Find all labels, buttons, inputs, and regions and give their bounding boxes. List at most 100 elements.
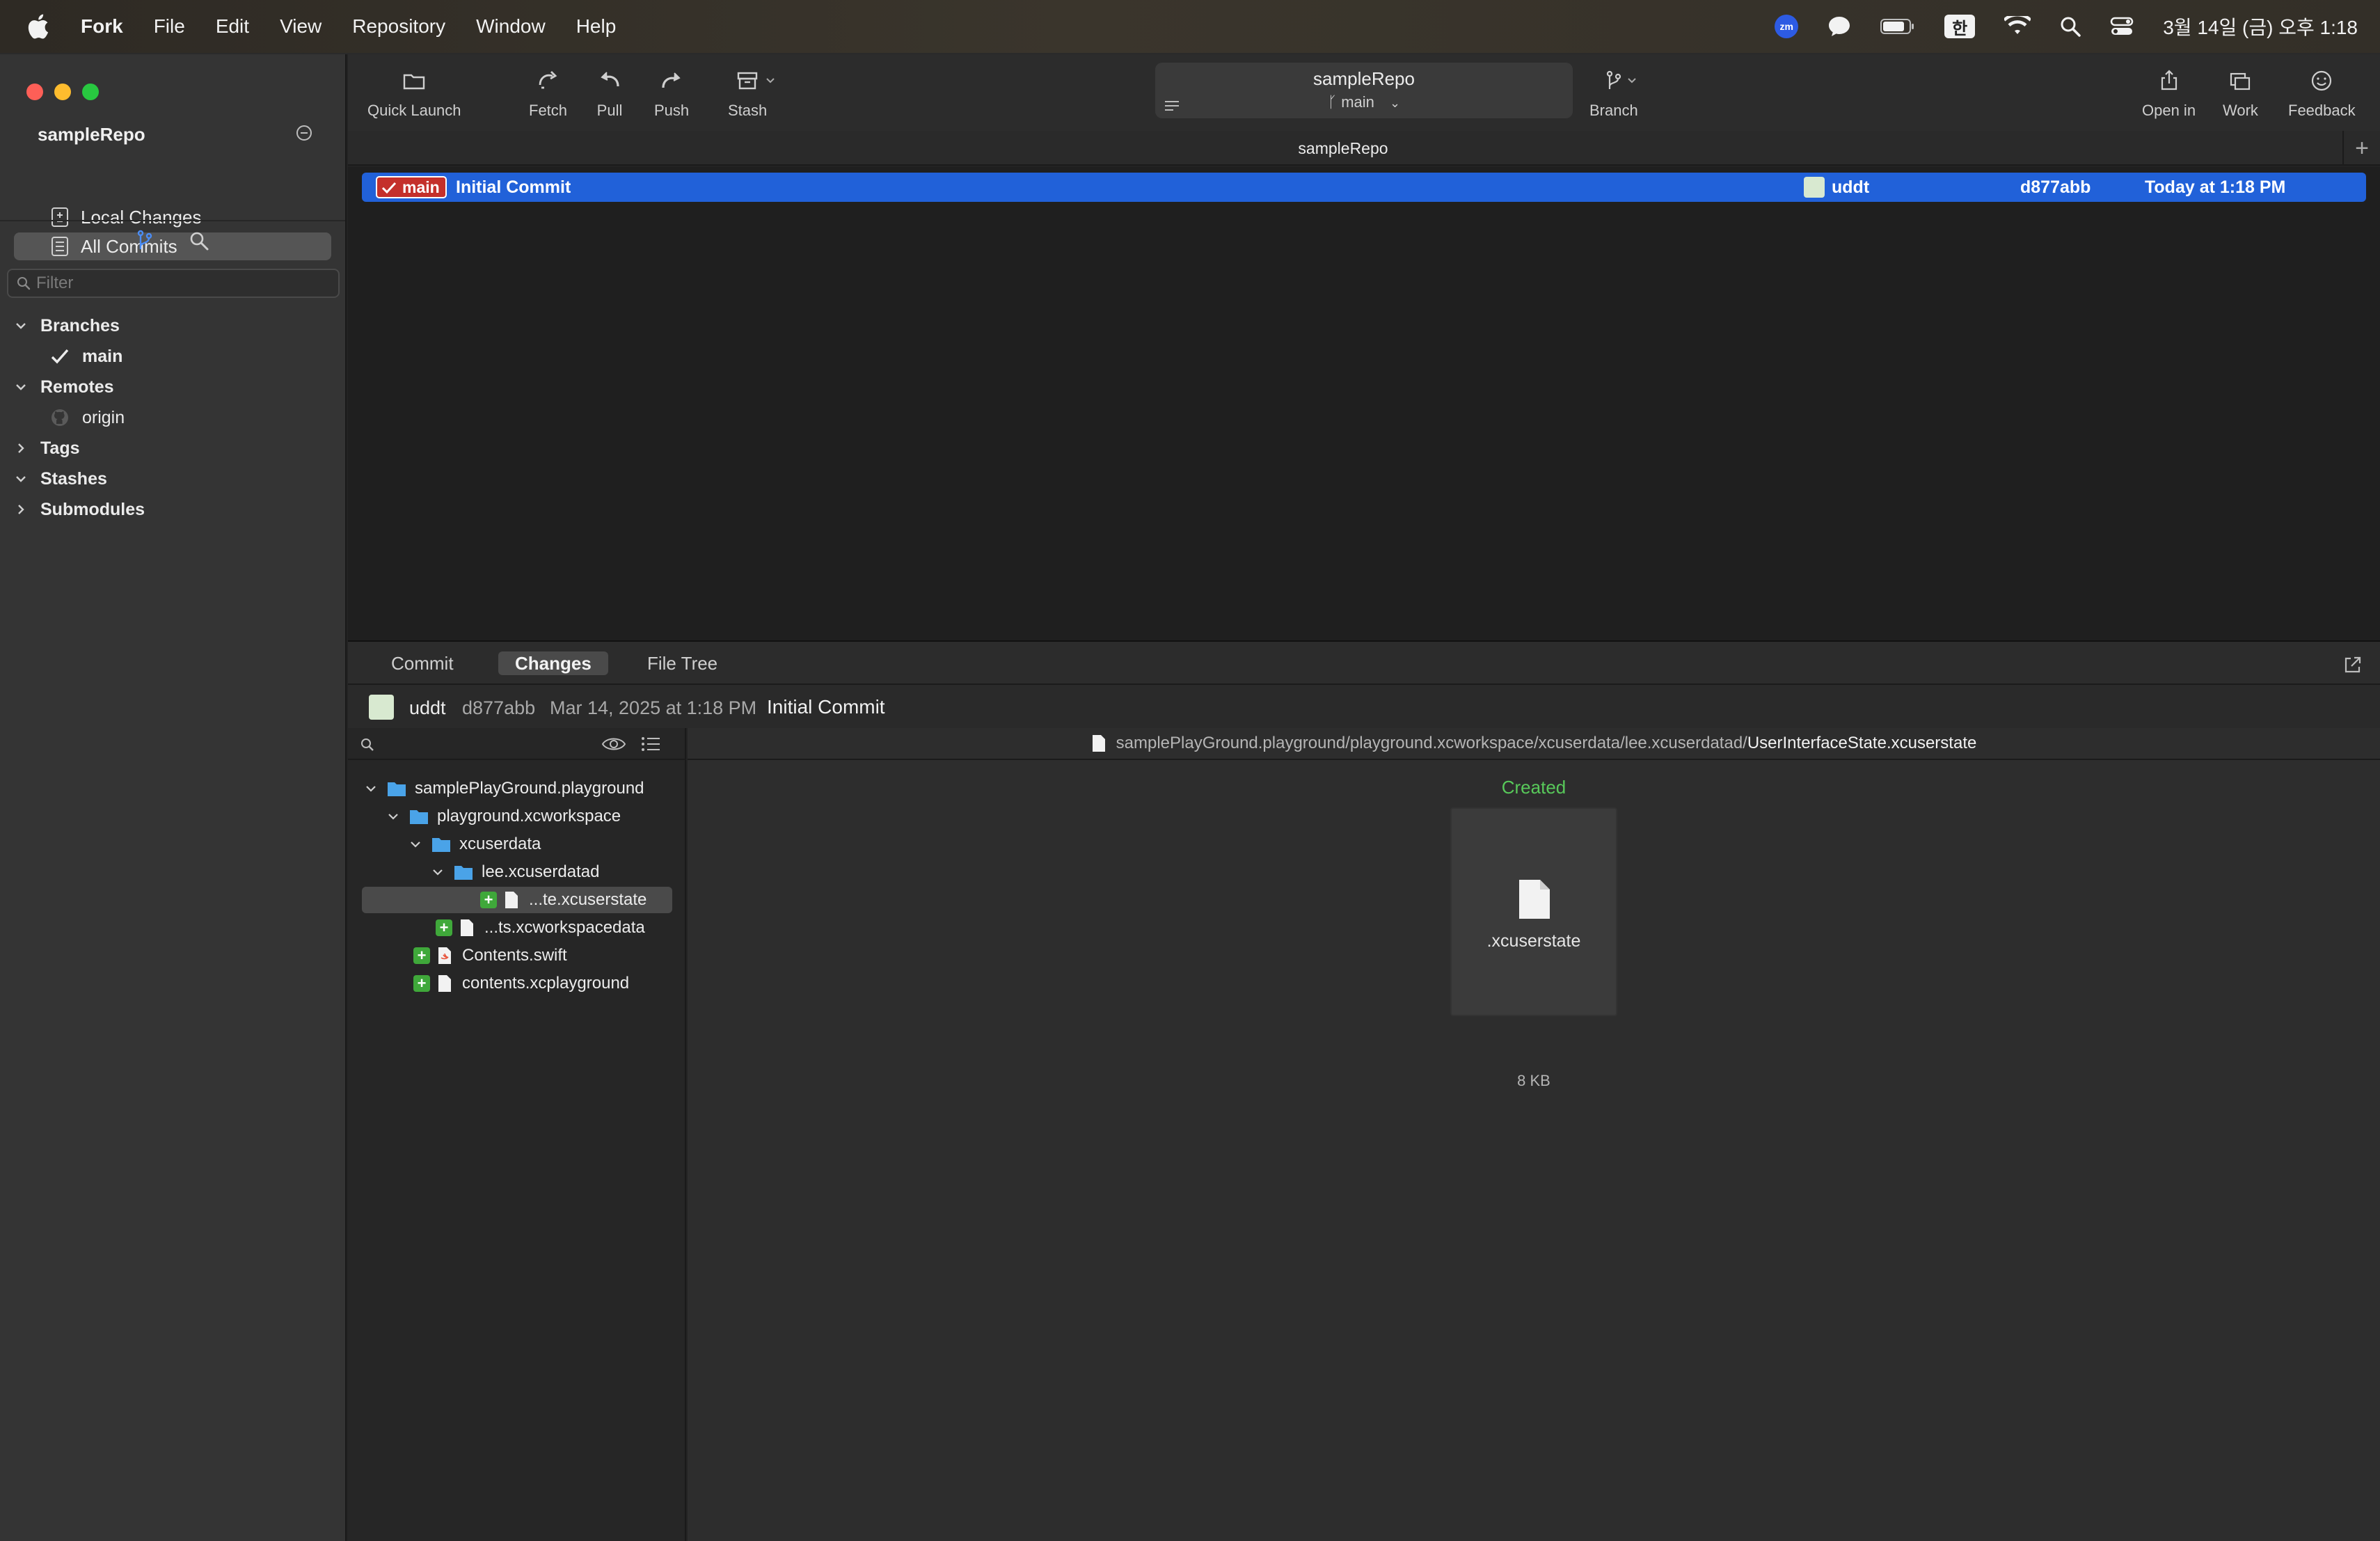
file-tree-row-xcuserdata[interactable]: xcuserdata	[409, 831, 541, 858]
chevron-down-icon[interactable]	[387, 810, 399, 823]
sidebar-item-all-commits[interactable]: All Commits	[14, 232, 331, 260]
chevron-down-icon[interactable]	[365, 782, 377, 795]
branch-mode-icon[interactable]	[136, 230, 153, 251]
battery-icon[interactable]	[1880, 17, 1915, 35]
menu-file[interactable]: File	[154, 15, 185, 38]
work-button[interactable]: Work	[2223, 67, 2258, 120]
branch-dropdown-chevron-icon[interactable]	[1627, 77, 1637, 85]
stash-dropdown-chevron-icon[interactable]	[765, 77, 775, 85]
file-name: xcuserdata	[459, 835, 541, 853]
file-tree-row-root[interactable]: samplePlayGround.playground	[365, 775, 644, 802]
control-center-icon[interactable]	[2110, 16, 2134, 37]
wifi-icon[interactable]	[2004, 16, 2031, 37]
chevron-down-icon[interactable]	[14, 472, 28, 486]
file-name: Contents.swift	[462, 946, 567, 965]
feedback-button[interactable]: Feedback	[2288, 67, 2356, 120]
tab-samplerepo[interactable]: sampleRepo	[348, 139, 2338, 158]
push-icon	[662, 72, 681, 88]
document-icon	[1092, 735, 1105, 752]
summary-lines-icon	[1165, 101, 1179, 111]
sidebar-item-local-changes[interactable]: Local Changes	[14, 203, 331, 231]
file-tree-row-contents-swift[interactable]: + Contents.swift	[413, 942, 567, 969]
file-tree-row-workspace[interactable]: playground.xcworkspace	[387, 803, 621, 830]
detail-sha[interactable]: d877abb	[462, 697, 535, 719]
spotlight-search-icon[interactable]	[2060, 16, 2081, 37]
menu-edit[interactable]: Edit	[216, 15, 249, 38]
branch-tag-main[interactable]: main	[376, 176, 447, 198]
folder-icon	[404, 74, 425, 90]
open-in-button[interactable]: Open in	[2142, 67, 2196, 120]
commit-sha: d877abb	[2020, 177, 2091, 197]
repo-options-icon[interactable]	[295, 124, 313, 142]
file-tree-row-xcuserstate[interactable]: + ...te.xcuserstate	[362, 887, 672, 913]
main-toolbar: Quick Launch Fetch Pull Push Stash sampl…	[348, 54, 2380, 131]
zoom-status-icon[interactable]: zm	[1775, 15, 1799, 38]
push-button[interactable]: Push	[654, 67, 689, 120]
eye-icon[interactable]	[601, 735, 626, 753]
search-mode-icon[interactable]	[189, 231, 209, 251]
tags-section[interactable]: Tags	[14, 434, 80, 462]
remotes-section[interactable]: Remotes	[14, 373, 114, 401]
popout-icon[interactable]	[2342, 654, 2363, 675]
menu-app-name[interactable]: Fork	[81, 15, 123, 38]
chevron-right-icon[interactable]	[14, 503, 28, 516]
stashes-section[interactable]: Stashes	[14, 465, 107, 493]
section-label: Branches	[40, 315, 120, 335]
file-tree-row-xcuserdatad[interactable]: lee.xcuserdatad	[431, 859, 599, 885]
apple-icon[interactable]	[28, 14, 49, 39]
zoom-window-button[interactable]	[82, 84, 99, 100]
branch-button[interactable]: Branch	[1589, 67, 1638, 120]
chevron-down-icon[interactable]	[14, 319, 28, 333]
branch-item-main[interactable]: main	[50, 342, 122, 370]
windows-icon	[2230, 72, 2251, 90]
file-tree-row-contents-xcplayground[interactable]: + contents.xcplayground	[413, 970, 629, 997]
fetch-button[interactable]: Fetch	[529, 67, 567, 120]
stash-button[interactable]: Stash	[728, 67, 767, 120]
chevron-down-icon[interactable]	[14, 380, 28, 394]
input-method-icon[interactable]: 한	[1944, 15, 1976, 38]
status-area: zm 한 3월 14일 (금) 오후 1:18	[1775, 0, 2358, 53]
tab-commit[interactable]: Commit	[374, 651, 470, 675]
submodules-section[interactable]: Submodules	[14, 496, 145, 523]
menu-window[interactable]: Window	[476, 15, 546, 38]
tab-changes[interactable]: Changes	[498, 651, 608, 675]
author-avatar	[369, 695, 394, 720]
close-window-button[interactable]	[26, 84, 43, 100]
chevron-down-icon[interactable]	[409, 838, 422, 851]
changed-files-panel: samplePlayGround.playground playground.x…	[348, 728, 686, 1541]
pull-button[interactable]: Pull	[596, 67, 624, 120]
menu-clock[interactable]: 3월 14일 (금) 오후 1:18	[2163, 13, 2358, 40]
commit-info-bar: uddt d877abb Mar 14, 2025 at 1:18 PM Ini…	[348, 685, 2380, 728]
repo-title-box[interactable]: sampleRepo ᚴ main ⌄	[1155, 63, 1573, 118]
chevron-down-icon[interactable]	[431, 866, 444, 878]
menu-help[interactable]: Help	[576, 15, 617, 38]
tool-label: Pull	[596, 102, 623, 119]
tab-file-tree[interactable]: File Tree	[630, 651, 734, 675]
sidebar-filter-input[interactable]	[36, 274, 328, 293]
file-extension-label: .xcuserstate	[1486, 931, 1581, 951]
tool-label: Fetch	[529, 102, 568, 119]
commit-author: uddt	[1832, 177, 1870, 197]
messages-icon[interactable]	[1827, 15, 1851, 38]
list-view-icon[interactable]	[640, 735, 661, 753]
quick-launch-button[interactable]: Quick Launch	[367, 67, 461, 120]
file-tree-row-workspacedata[interactable]: + ...ts.xcworkspacedata	[436, 915, 645, 941]
branches-section[interactable]: Branches	[14, 312, 120, 340]
sidebar: sampleRepo Local Changes All Commits Fil…	[0, 54, 347, 1541]
file-name: contents.xcplayground	[462, 974, 630, 993]
commit-row[interactable]: main Initial Commit uddt d877abb Today a…	[362, 173, 2366, 202]
tab-strip: sampleRepo +	[348, 131, 2380, 166]
new-tab-button[interactable]: +	[2342, 131, 2380, 166]
file-name: lee.xcuserdatad	[482, 862, 600, 881]
branch-label: main	[82, 346, 123, 366]
sidebar-repo-name[interactable]: sampleRepo	[38, 124, 145, 145]
menu-repository[interactable]: Repository	[352, 15, 445, 38]
remote-item-origin[interactable]: origin	[50, 404, 125, 432]
minimize-window-button[interactable]	[54, 84, 71, 100]
folder-icon	[454, 866, 473, 880]
current-branch-selector[interactable]: ᚴ main ⌄	[1155, 93, 1573, 111]
search-icon[interactable]	[360, 738, 374, 752]
menu-view[interactable]: View	[280, 15, 322, 38]
document-icon	[438, 975, 451, 992]
chevron-right-icon[interactable]	[14, 441, 28, 455]
